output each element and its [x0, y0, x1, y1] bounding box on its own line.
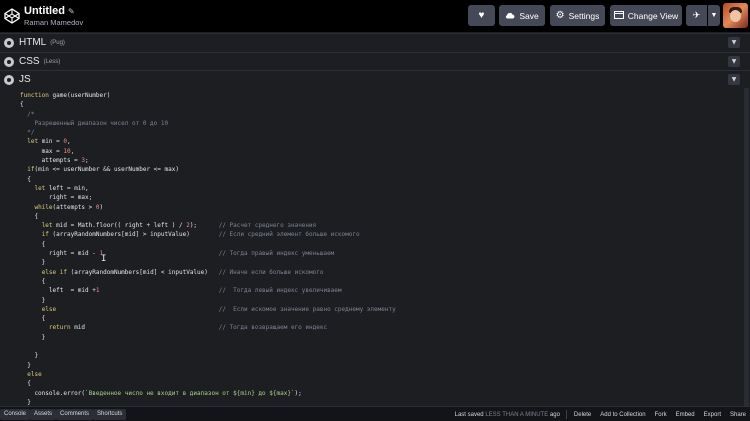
code-line[interactable]: /*	[20, 110, 396, 119]
code-line[interactable]: console.error(`Введенное число не входит…	[20, 389, 396, 398]
gear-icon: ⚙	[555, 10, 565, 21]
code-line[interactable]: }	[20, 351, 396, 360]
codepen-logo-icon[interactable]	[3, 7, 21, 25]
code-line[interactable]: if (arrayRandomNumbers[mid] > inputValue…	[20, 230, 396, 239]
embed-button[interactable]: Embed	[672, 409, 699, 420]
pencil-icon[interactable]: ✎	[68, 7, 75, 16]
code-line[interactable]: function game(userNumber)	[20, 91, 396, 100]
code-line[interactable]: }	[20, 258, 396, 267]
console-tab[interactable]: Console	[0, 408, 31, 420]
code-line[interactable]: }	[20, 361, 396, 370]
change-view-label: Change View	[627, 10, 679, 21]
code-line[interactable]: }	[20, 333, 396, 342]
panel-language: HTML	[19, 37, 47, 48]
shortcuts-tab[interactable]: Shortcuts	[93, 408, 127, 420]
settings-label: Settings	[568, 10, 600, 21]
panel-preprocessor: (Pug)	[50, 39, 65, 46]
code-line[interactable]	[20, 342, 396, 351]
code-line[interactable]: {	[20, 100, 396, 109]
code-line[interactable]: max = 10,	[20, 147, 396, 156]
code-line[interactable]: else // Если искомое значение равно сред…	[20, 305, 396, 314]
panel-language: CSS	[19, 56, 40, 67]
panel-language: JS	[19, 74, 31, 85]
pin-menu-button[interactable]: ▼	[708, 5, 720, 26]
code-line[interactable]: let left = min,	[20, 184, 396, 193]
code-line[interactable]: left = mid +1 // Тогда левый индекс увел…	[20, 286, 396, 295]
code-line[interactable]: if(min <= userNumber && userNumber <= ma…	[20, 165, 396, 174]
gear-icon[interactable]	[4, 74, 14, 85]
settings-button[interactable]: ⚙ Settings	[550, 5, 605, 26]
code-line[interactable]: else if (arrayRandomNumbers[mid] < input…	[20, 268, 396, 277]
last-saved-suffix: ago	[549, 411, 560, 418]
chevron-down-icon[interactable]: ▼	[728, 74, 740, 85]
code-line[interactable]: }	[20, 398, 396, 406]
save-button[interactable]: Save	[499, 5, 545, 26]
code-line[interactable]: Разрешенный диапазон чисел от 0 до 10	[20, 119, 396, 128]
pin-icon: ✈	[692, 10, 701, 20]
top-header: Untitled ✎ Raman Mamedov ♥ Save ⚙ Settin…	[0, 0, 750, 32]
comments-tab[interactable]: Comments	[56, 408, 94, 420]
code-line[interactable]: else	[20, 370, 396, 379]
code-line[interactable]: right = max;	[20, 193, 396, 202]
line-gutter	[0, 88, 18, 406]
heart-button[interactable]: ♥	[468, 5, 495, 26]
change-view-button[interactable]: Change View	[610, 5, 682, 26]
code-line[interactable]: }	[20, 296, 396, 305]
code-line[interactable]: while(attempts > 0)	[20, 203, 396, 212]
code-line[interactable]: let mid = Math.floor(( right + left ) / …	[20, 221, 396, 230]
assets-tab[interactable]: Assets	[30, 408, 57, 420]
last-saved-label: Last saved	[454, 411, 484, 418]
gear-icon[interactable]	[4, 56, 14, 67]
cloud-icon	[505, 11, 515, 21]
heart-icon: ♥	[478, 10, 485, 21]
code-line[interactable]: right = mid - 1 // Тогда правый индекс у…	[20, 249, 396, 258]
panel-header-html[interactable]: HTML (Pug) ▼	[0, 33, 750, 51]
pin-button[interactable]: ✈	[686, 5, 707, 26]
chevron-down-icon: ▼	[710, 12, 718, 19]
code-line[interactable]: return mid // Тогда возвращаем его индек…	[20, 323, 396, 332]
share-button[interactable]: Share	[726, 409, 750, 420]
pen-title[interactable]: Untitled	[24, 5, 65, 17]
avatar[interactable]	[723, 3, 748, 28]
save-label: Save	[519, 10, 539, 21]
code-line[interactable]: {	[20, 277, 396, 286]
code-line[interactable]: */	[20, 128, 396, 137]
code-area[interactable]: function game(userNumber){ /* Разрешенны…	[20, 91, 396, 406]
bottom-bar: Console Assets Comments Shortcuts Last s…	[0, 406, 750, 421]
code-line[interactable]: {	[20, 314, 396, 323]
panel-preprocessor: (Less)	[43, 58, 61, 65]
delete-button[interactable]: Delete	[570, 409, 595, 420]
panel-header-css[interactable]: CSS (Less) ▼	[0, 52, 750, 70]
panel-header-js[interactable]: JS ▼	[0, 70, 750, 88]
text-cursor-icon: I	[101, 254, 107, 264]
last-saved-time: LESS THAN A MINUTE	[485, 411, 549, 418]
code-line[interactable]: attempts = 3;	[20, 156, 396, 165]
gear-icon[interactable]	[4, 37, 14, 48]
add-to-collection-button[interactable]: Add to Collection	[596, 409, 649, 420]
code-line[interactable]: {	[20, 175, 396, 184]
pen-title-block: Untitled ✎ Raman Mamedov	[24, 5, 83, 27]
last-saved-status: Last saved LESS THAN A MINUTE ago	[455, 412, 560, 418]
chevron-down-icon[interactable]: ▼	[728, 56, 740, 67]
fork-button[interactable]: Fork	[651, 409, 671, 420]
code-line[interactable]: {	[20, 379, 396, 388]
editor-scrollbar[interactable]	[744, 88, 749, 406]
chevron-down-icon[interactable]: ▼	[728, 37, 740, 48]
author-name[interactable]: Raman Mamedov	[24, 18, 83, 27]
footer-actions: Last saved LESS THAN A MINUTE ago Delete…	[455, 407, 750, 421]
view-icon	[613, 10, 624, 21]
code-line[interactable]: {	[20, 212, 396, 221]
code-line[interactable]: let min = 0,	[20, 137, 396, 146]
code-line[interactable]: {	[20, 240, 396, 249]
js-editor[interactable]: function game(userNumber){ /* Разрешенны…	[0, 88, 750, 406]
export-button[interactable]: Export	[700, 409, 725, 420]
